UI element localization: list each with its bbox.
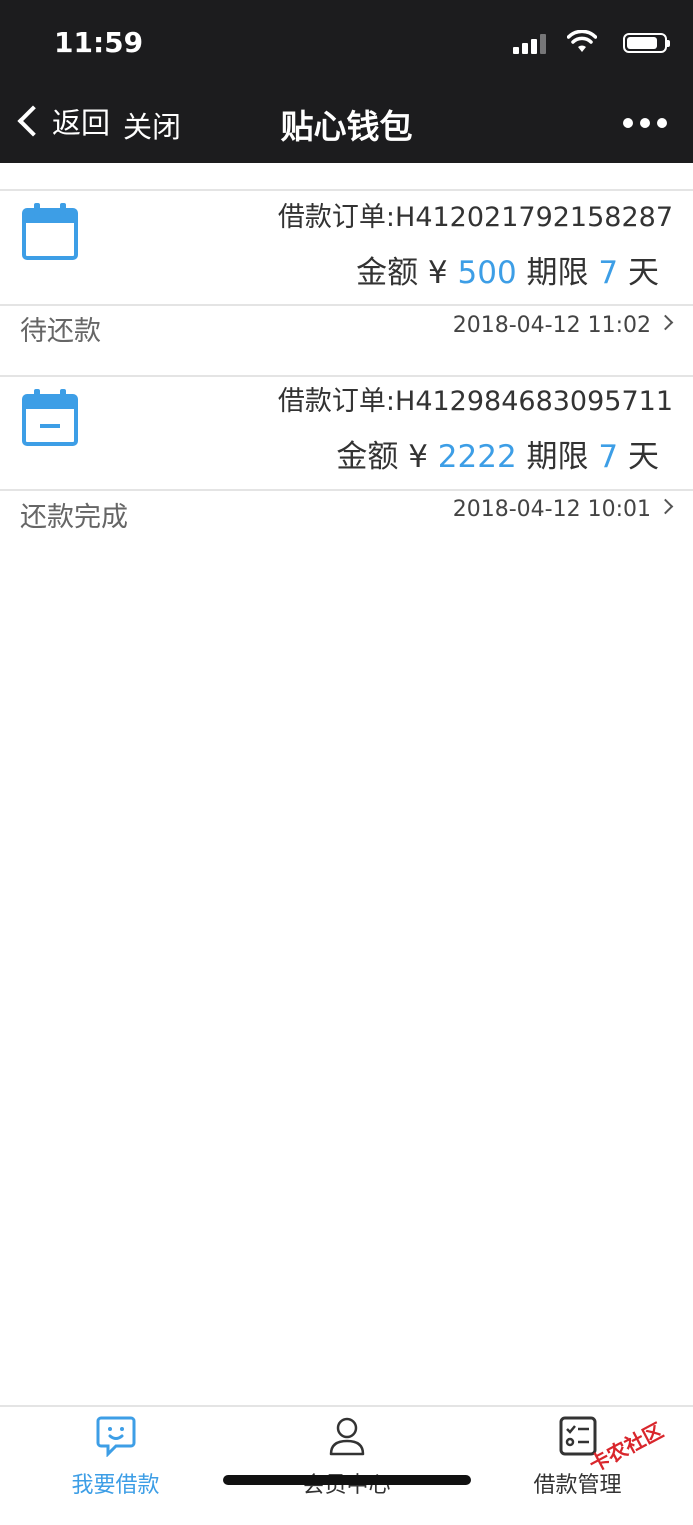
wifi-icon [567,30,597,52]
term-label: 期限 [516,439,599,475]
tab-label: 我要借款 [71,1473,160,1498]
term-value: 7 [598,255,619,291]
top-bar: 11:59 返回 关闭 贴心钱包 [0,0,693,163]
amount-line: 金额 ¥ 2222 期限 7 天 [336,431,659,476]
calendar-icon [22,389,78,446]
order-card[interactable]: 借款订单:H412984683095711 金额 ¥ 2222 期限 7 天 还… [0,375,693,540]
amount-prefix: 金额 ¥ [336,439,438,475]
divider [0,375,693,377]
order-number: 借款订单:H412021792158287 [277,202,673,233]
order-number: 借款订单:H412984683095711 [277,386,673,417]
status-icons [507,30,670,56]
term-unit: 天 [618,255,659,291]
more-dot [657,118,667,128]
term-unit: 天 [618,439,659,475]
battery-icon [623,33,670,53]
home-indicator[interactable] [223,1475,471,1485]
divider [0,189,693,191]
status-time: 11:59 [54,26,144,59]
more-dot [623,118,633,128]
amount-line: 金额 ¥ 500 期限 7 天 [356,247,659,292]
signal-icon [513,34,547,54]
term-label: 期限 [516,255,599,291]
order-status: 还款完成 [20,502,128,533]
divider [0,304,693,306]
tab-borrow[interactable]: 我要借款 [0,1407,231,1502]
amount-value: 2222 [437,439,517,475]
divider [0,489,693,491]
more-options-button[interactable] [623,118,667,128]
order-card[interactable]: 借款订单:H412021792158287 金额 ¥ 500 期限 7 天 待还… [0,189,693,354]
tab-member-center[interactable]: 会员中心 [231,1407,462,1502]
order-status: 待还款 [20,316,101,347]
chevron-right-icon [657,314,674,331]
amount-prefix: 金额 ¥ [356,255,458,291]
page-title: 贴心钱包 [280,107,413,146]
calendar-icon [22,203,78,260]
chevron-right-icon [657,498,674,515]
chat-smile-icon [96,1416,135,1457]
user-icon [329,1417,364,1456]
term-value: 7 [598,439,619,475]
more-dot [640,118,650,128]
order-datetime: 2018-04-12 10:01 [452,497,651,522]
navigation-bar: 返回 关闭 贴心钱包 [0,88,693,158]
order-datetime: 2018-04-12 11:02 [452,313,651,338]
amount-value: 500 [457,255,517,291]
